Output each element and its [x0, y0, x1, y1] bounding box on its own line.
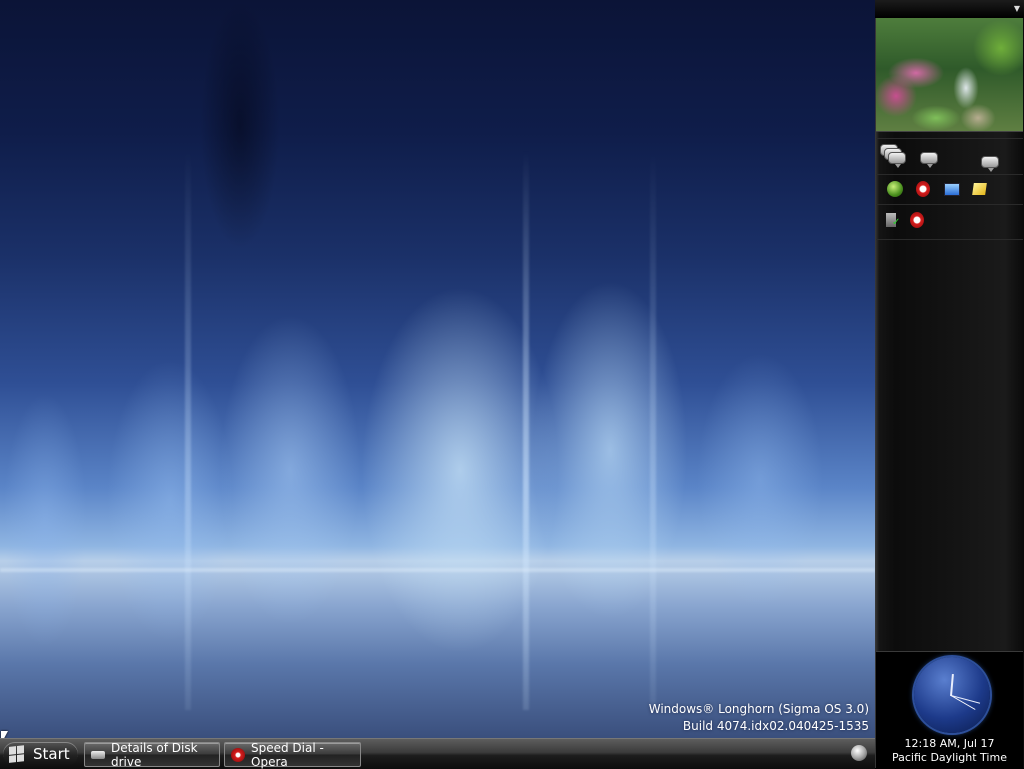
clock-time-label: 12:18 AM, Jul 17 [904, 737, 995, 750]
taskbar-button-disk-details[interactable]: Details of Disk drive [84, 740, 220, 769]
monitor-icon[interactable] [944, 183, 960, 196]
windows-flag-icon [9, 745, 25, 763]
taskbar: Start Details of Disk drive Speed Dial -… [0, 738, 875, 769]
sidebar: ▼ 12:18 AM, Jul 17 Pacific Daylight Time [875, 0, 1024, 769]
slideshow-tile[interactable] [876, 18, 1023, 132]
wallpaper-light-streak [523, 150, 529, 710]
analog-clock-icon [914, 657, 990, 733]
wallpaper-light-streak [185, 150, 191, 710]
sidebar-header: ▼ [875, 0, 1024, 18]
tray-orb-icon[interactable] [851, 745, 867, 761]
wallpaper-horizon [0, 568, 875, 572]
messenger-icon[interactable] [920, 152, 938, 168]
opera-icon[interactable] [910, 212, 924, 228]
sidebar-menu-arrow-icon[interactable]: ▼ [1014, 4, 1020, 13]
start-button[interactable]: Start [3, 742, 78, 766]
chat-icon[interactable] [981, 156, 999, 172]
clock-hour-hand [950, 673, 954, 697]
sticky-note-icon[interactable] [972, 183, 987, 195]
quick-launch-row-1 [876, 174, 1023, 205]
disk-drive-icon [91, 750, 105, 759]
build-watermark: Windows® Longhorn (Sigma OS 3.0) Build 4… [649, 701, 869, 735]
messenger-tile[interactable] [876, 138, 1023, 174]
security-shield-icon[interactable] [886, 213, 900, 228]
opera-icon [231, 747, 245, 762]
start-label: Start [33, 745, 70, 763]
task-label: Details of Disk drive [111, 740, 198, 769]
clock-timezone-label: Pacific Daylight Time [892, 751, 1007, 764]
desktop-wallpaper[interactable]: Windows® Longhorn (Sigma OS 3.0) Build 4… [0, 0, 875, 738]
opera-icon[interactable] [916, 181, 930, 197]
green-orb-icon[interactable] [887, 181, 903, 197]
clock-gadget[interactable]: 12:18 AM, Jul 17 Pacific Daylight Time [876, 651, 1023, 769]
wallpaper-shadow [200, 0, 280, 250]
task-label: Speed Dial - Opera [251, 740, 324, 769]
contacts-icon [888, 152, 906, 168]
watermark-build-number: Build 4074.idx02.040425-1535 [682, 719, 869, 733]
taskbar-button-opera[interactable]: Speed Dial - Opera [224, 740, 361, 769]
quick-launch-row-2 [876, 204, 1023, 240]
wallpaper-light-streak [650, 150, 656, 710]
watermark-os-name: Windows® Longhorn (Sigma OS 3.0) [648, 702, 869, 716]
